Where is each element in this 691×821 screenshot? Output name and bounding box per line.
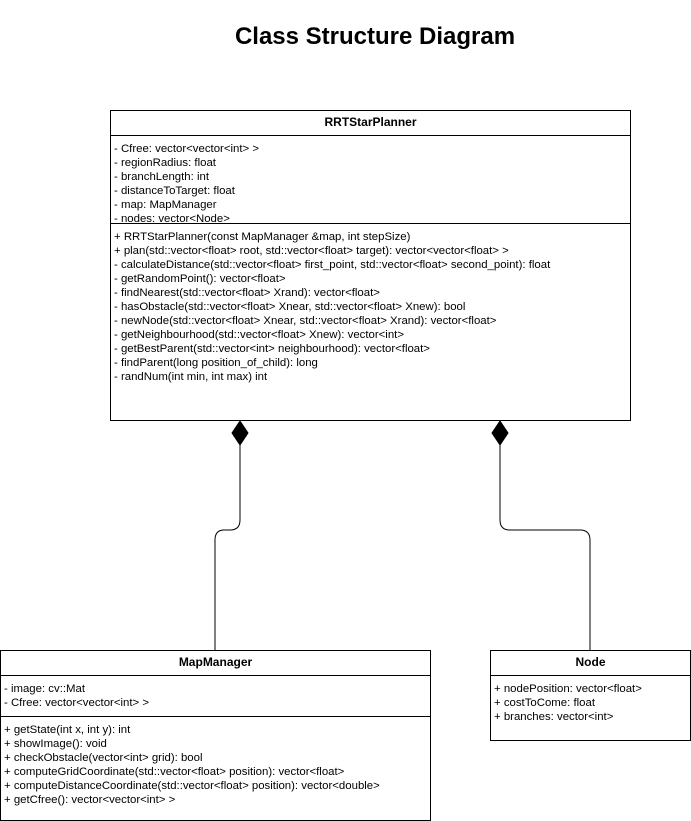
composition-diamond-mapmanager xyxy=(231,420,249,446)
composition-connector-node[interactable] xyxy=(491,420,591,650)
attribute: + nodePosition: vector<float> xyxy=(494,683,642,695)
attributes-rrtstarplanner: - Cfree: vector<vector<int> > - regionRa… xyxy=(111,136,630,225)
operation: - hasObstacle(std::vector<float> Xnear, … xyxy=(114,301,466,313)
operation: + getState(int x, int y): int xyxy=(4,724,131,736)
attribute: - Cfree: vector<vector<int> > xyxy=(114,143,259,155)
operation: - randNum(int min, int max) int xyxy=(114,371,268,383)
attribute: - distanceToTarget: float xyxy=(114,185,235,197)
operation: - getRandomPoint(): vector<float> xyxy=(114,273,286,285)
attribute: - Cfree: vector<vector<int> > xyxy=(4,697,149,709)
class-node[interactable]: Node + nodePosition: vector<float> + cos… xyxy=(490,650,691,741)
attributes-mapmanager: - image: cv::Mat - Cfree: vector<vector<… xyxy=(1,676,430,717)
operation: - getBestParent(std::vector<int> neighbo… xyxy=(114,343,430,355)
operations-mapmanager: + getState(int x, int y): int + showImag… xyxy=(1,717,430,811)
class-name-rrtstarplanner: RRTStarPlanner xyxy=(111,111,630,136)
operation: + RRTStarPlanner(const MapManager &map, … xyxy=(114,231,411,243)
attribute: + branches: vector<int> xyxy=(494,711,614,723)
class-name-mapmanager: MapManager xyxy=(1,651,430,676)
operations-rrtstarplanner: + RRTStarPlanner(const MapManager &map, … xyxy=(111,224,630,388)
connector-line-mapmanager xyxy=(214,445,241,650)
attribute: - regionRadius: float xyxy=(114,157,216,169)
attribute: - image: cv::Mat xyxy=(4,683,86,695)
operation: + showImage(): void xyxy=(4,738,107,750)
operation: + computeDistanceCoordinate(std::vector<… xyxy=(4,780,380,792)
attribute: - branchLength: int xyxy=(114,171,209,183)
connector-line-node xyxy=(499,445,591,650)
operation: - findNearest(std::vector<float> Xrand):… xyxy=(114,287,380,299)
operation: - getNeighbourhood(std::vector<float> Xn… xyxy=(114,329,404,341)
operation: - calculateDistance(std::vector<float> f… xyxy=(114,259,551,271)
attributes-node: + nodePosition: vector<float> + costToCo… xyxy=(491,676,690,728)
operation: + computeGridCoordinate(std::vector<floa… xyxy=(4,766,345,778)
class-mapmanager[interactable]: MapManager - image: cv::Mat - Cfree: vec… xyxy=(0,650,431,821)
attribute: + costToCome: float xyxy=(494,697,595,709)
composition-diamond-node xyxy=(491,420,509,446)
class-rrtstarplanner[interactable]: RRTStarPlanner - Cfree: vector<vector<in… xyxy=(110,110,631,421)
operation: + checkObstacle(vector<int> grid): bool xyxy=(4,752,203,764)
operation: + plan(std::vector<float> root, std::vec… xyxy=(114,245,509,257)
operation: - newNode(std::vector<float> Xnear, std:… xyxy=(114,315,497,327)
composition-connector-mapmanager[interactable] xyxy=(214,420,249,650)
attribute: - map: MapManager xyxy=(114,199,217,211)
class-name-node: Node xyxy=(491,651,690,676)
operation: - findParent(long position_of_child): lo… xyxy=(114,357,318,369)
operation: + getCfree(): vector<vector<int> > xyxy=(4,794,176,806)
